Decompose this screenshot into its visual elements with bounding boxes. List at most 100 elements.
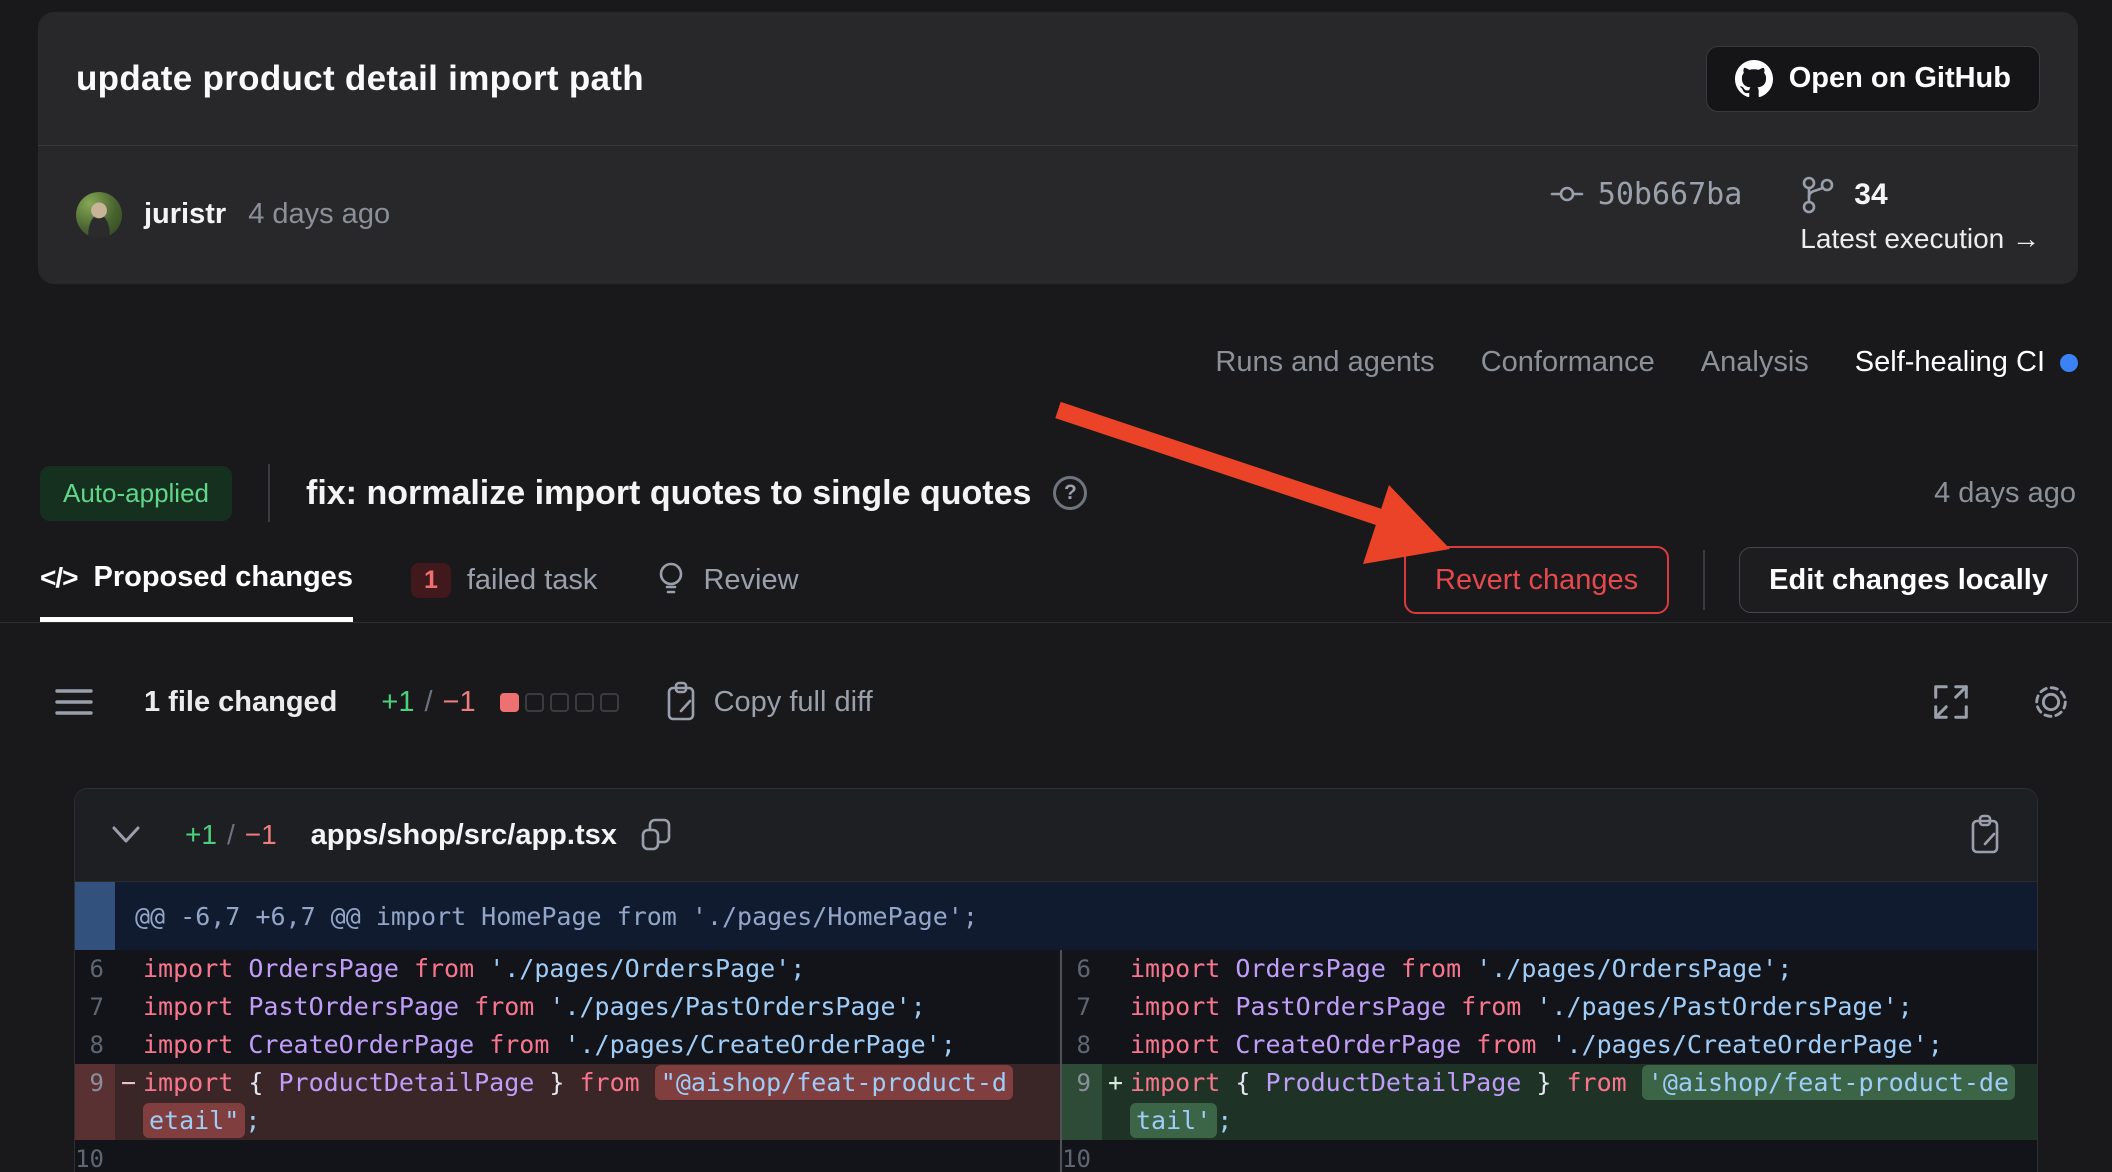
copy-file-diff-icon[interactable] (1967, 814, 2003, 856)
file-additions: +1 (185, 819, 217, 851)
edit-changes-locally-button[interactable]: Edit changes locally (1739, 547, 2078, 613)
diff-row: 10 (1062, 1140, 2037, 1172)
file-deletions: −1 (245, 819, 277, 851)
fix-header-row: Auto-applied fix: normalize import quote… (40, 458, 2076, 528)
tab-review[interactable]: Review (655, 538, 798, 622)
lightbulb-icon (655, 560, 687, 600)
hunk-header-text: @@ -6,7 +6,7 @@ import HomePage from './… (115, 882, 978, 950)
git-commit-icon (1550, 180, 1584, 208)
divider (1703, 550, 1705, 610)
line-number: 6 (1062, 950, 1102, 988)
code-line: import PastOrdersPage from './pages/Past… (121, 988, 1060, 1026)
commit-hash-group[interactable]: 50b667ba (1550, 177, 1743, 212)
line-number: 8 (1062, 1026, 1102, 1064)
diff-progress-squares (500, 693, 619, 712)
menu-icon[interactable] (54, 687, 94, 717)
diff-toolbar: 1 file changed +1 / −1 Copy full diff (54, 676, 2072, 728)
file-path: apps/shop/src/app.tsx (311, 819, 617, 852)
line-number: 10 (75, 1140, 115, 1172)
active-nav-dot-icon (2060, 354, 2078, 372)
diff-columns: 6 import OrdersPage from './pages/Orders… (75, 950, 2037, 1172)
diff-row: 7 import PastOrdersPage from './pages/Pa… (75, 988, 1060, 1026)
additions-count: +1 (381, 686, 414, 719)
code-line: import PastOrdersPage from './pages/Past… (1108, 988, 2037, 1026)
execution-block: 34 Latest execution → (1800, 175, 2040, 255)
deletions-count: −1 (443, 686, 476, 719)
diff-progress-square (575, 693, 594, 712)
diff-progress-square (550, 693, 569, 712)
diff-file-header: +1 / −1 apps/shop/src/app.tsx (75, 789, 2037, 882)
copy-path-icon[interactable] (639, 817, 673, 853)
diff-row: 7 import PastOrdersPage from './pages/Pa… (1062, 988, 2037, 1026)
commit-meta-row: juristr 4 days ago 50b667ba 34 (38, 146, 2078, 283)
code-line: import CreateOrderPage from './pages/Cre… (1108, 1026, 2037, 1064)
diff-col-left: 6 import OrdersPage from './pages/Orders… (75, 950, 1060, 1172)
auto-applied-badge: Auto-applied (40, 466, 232, 521)
diff-card: +1 / −1 apps/shop/src/app.tsx @@ -6,7 +6… (74, 788, 2038, 1172)
top-nav: Runs and agents Conformance Analysis Sel… (38, 346, 2078, 379)
git-branch-icon (1800, 175, 1836, 215)
tab-proposed-changes[interactable]: </> Proposed changes (40, 538, 353, 622)
tabs-border (0, 622, 2112, 623)
fix-time: 4 days ago (1934, 477, 2076, 510)
diff-progress-square (600, 693, 619, 712)
fix-title: fix: normalize import quotes to single q… (306, 474, 1031, 513)
code-line: −import { ProductDetailPage } from "@ais… (121, 1064, 1060, 1102)
run-count: 34 (1854, 178, 1887, 212)
code-line: etail"; (121, 1102, 1060, 1140)
commit-card-title-row: update product detail import path Open o… (38, 12, 2078, 146)
open-on-github-label: Open on GitHub (1789, 62, 2011, 95)
copy-full-diff-button[interactable]: Copy full diff (663, 681, 873, 723)
avatar (76, 192, 122, 238)
nav-self-healing-ci[interactable]: Self-healing CI (1855, 346, 2078, 379)
help-icon[interactable]: ? (1053, 476, 1087, 510)
nav-analysis[interactable]: Analysis (1701, 346, 1809, 379)
hunk-header-row: @@ -6,7 +6,7 @@ import HomePage from './… (75, 882, 2037, 950)
divider (268, 464, 270, 522)
github-icon (1735, 60, 1773, 98)
diff-row: 10 (75, 1140, 1060, 1172)
page-title: update product detail import path (76, 59, 644, 99)
diff-row: 9+import { ProductDetailPage } from '@ai… (1062, 1064, 2037, 1140)
code-line: import CreateOrderPage from './pages/Cre… (121, 1026, 1060, 1064)
open-on-github-button[interactable]: Open on GitHub (1706, 46, 2040, 112)
code-icon: </> (40, 562, 77, 594)
code-line (1108, 1140, 2037, 1172)
nav-runs-and-agents[interactable]: Runs and agents (1215, 346, 1434, 379)
line-number: 9 (75, 1064, 115, 1140)
line-number: 7 (75, 988, 115, 1026)
commit-card: update product detail import path Open o… (38, 12, 2078, 284)
line-number: 8 (75, 1026, 115, 1064)
hunk-gutter (75, 882, 115, 950)
line-number: 9 (1062, 1064, 1102, 1140)
diff-progress-square (525, 693, 544, 712)
revert-changes-button[interactable]: Revert changes (1404, 546, 1669, 614)
latest-execution-link[interactable]: Latest execution → (1800, 223, 2040, 255)
tabs-section: </> Proposed changes 1 failed task Revie… (0, 538, 2112, 623)
diff-row: 8 import CreateOrderPage from './pages/C… (1062, 1026, 2037, 1064)
code-line: tail'; (1108, 1102, 2037, 1140)
tab-failed-task[interactable]: 1 failed task (411, 538, 597, 622)
files-changed-label: 1 file changed (144, 686, 337, 719)
screen: update product detail import path Open o… (0, 0, 2112, 1172)
code-line (121, 1140, 1060, 1172)
failed-count-badge: 1 (411, 563, 451, 598)
expand-icon[interactable] (1930, 681, 1972, 723)
code-line: import OrdersPage from './pages/OrdersPa… (121, 950, 1060, 988)
commit-time: 4 days ago (248, 198, 390, 231)
code-line: import OrdersPage from './pages/OrdersPa… (1108, 950, 2037, 988)
line-number: 6 (75, 950, 115, 988)
diff-col-right: 6 import OrdersPage from './pages/Orders… (1060, 950, 2037, 1172)
nav-conformance[interactable]: Conformance (1481, 346, 1655, 379)
diff-row: 8 import CreateOrderPage from './pages/C… (75, 1026, 1060, 1064)
diff-row: 6 import OrdersPage from './pages/Orders… (1062, 950, 2037, 988)
diff-row: 9−import { ProductDetailPage } from "@ai… (75, 1064, 1060, 1140)
clipboard-icon (663, 681, 699, 723)
diff-progress-square (500, 693, 519, 712)
actions-group: Revert changes Edit changes locally (1404, 546, 2078, 614)
settings-gear-icon[interactable] (2030, 681, 2072, 723)
diff-row: 6 import OrdersPage from './pages/Orders… (75, 950, 1060, 988)
chevron-down-icon[interactable] (109, 824, 143, 846)
line-number: 7 (1062, 988, 1102, 1026)
code-line: +import { ProductDetailPage } from '@ais… (1108, 1064, 2037, 1102)
